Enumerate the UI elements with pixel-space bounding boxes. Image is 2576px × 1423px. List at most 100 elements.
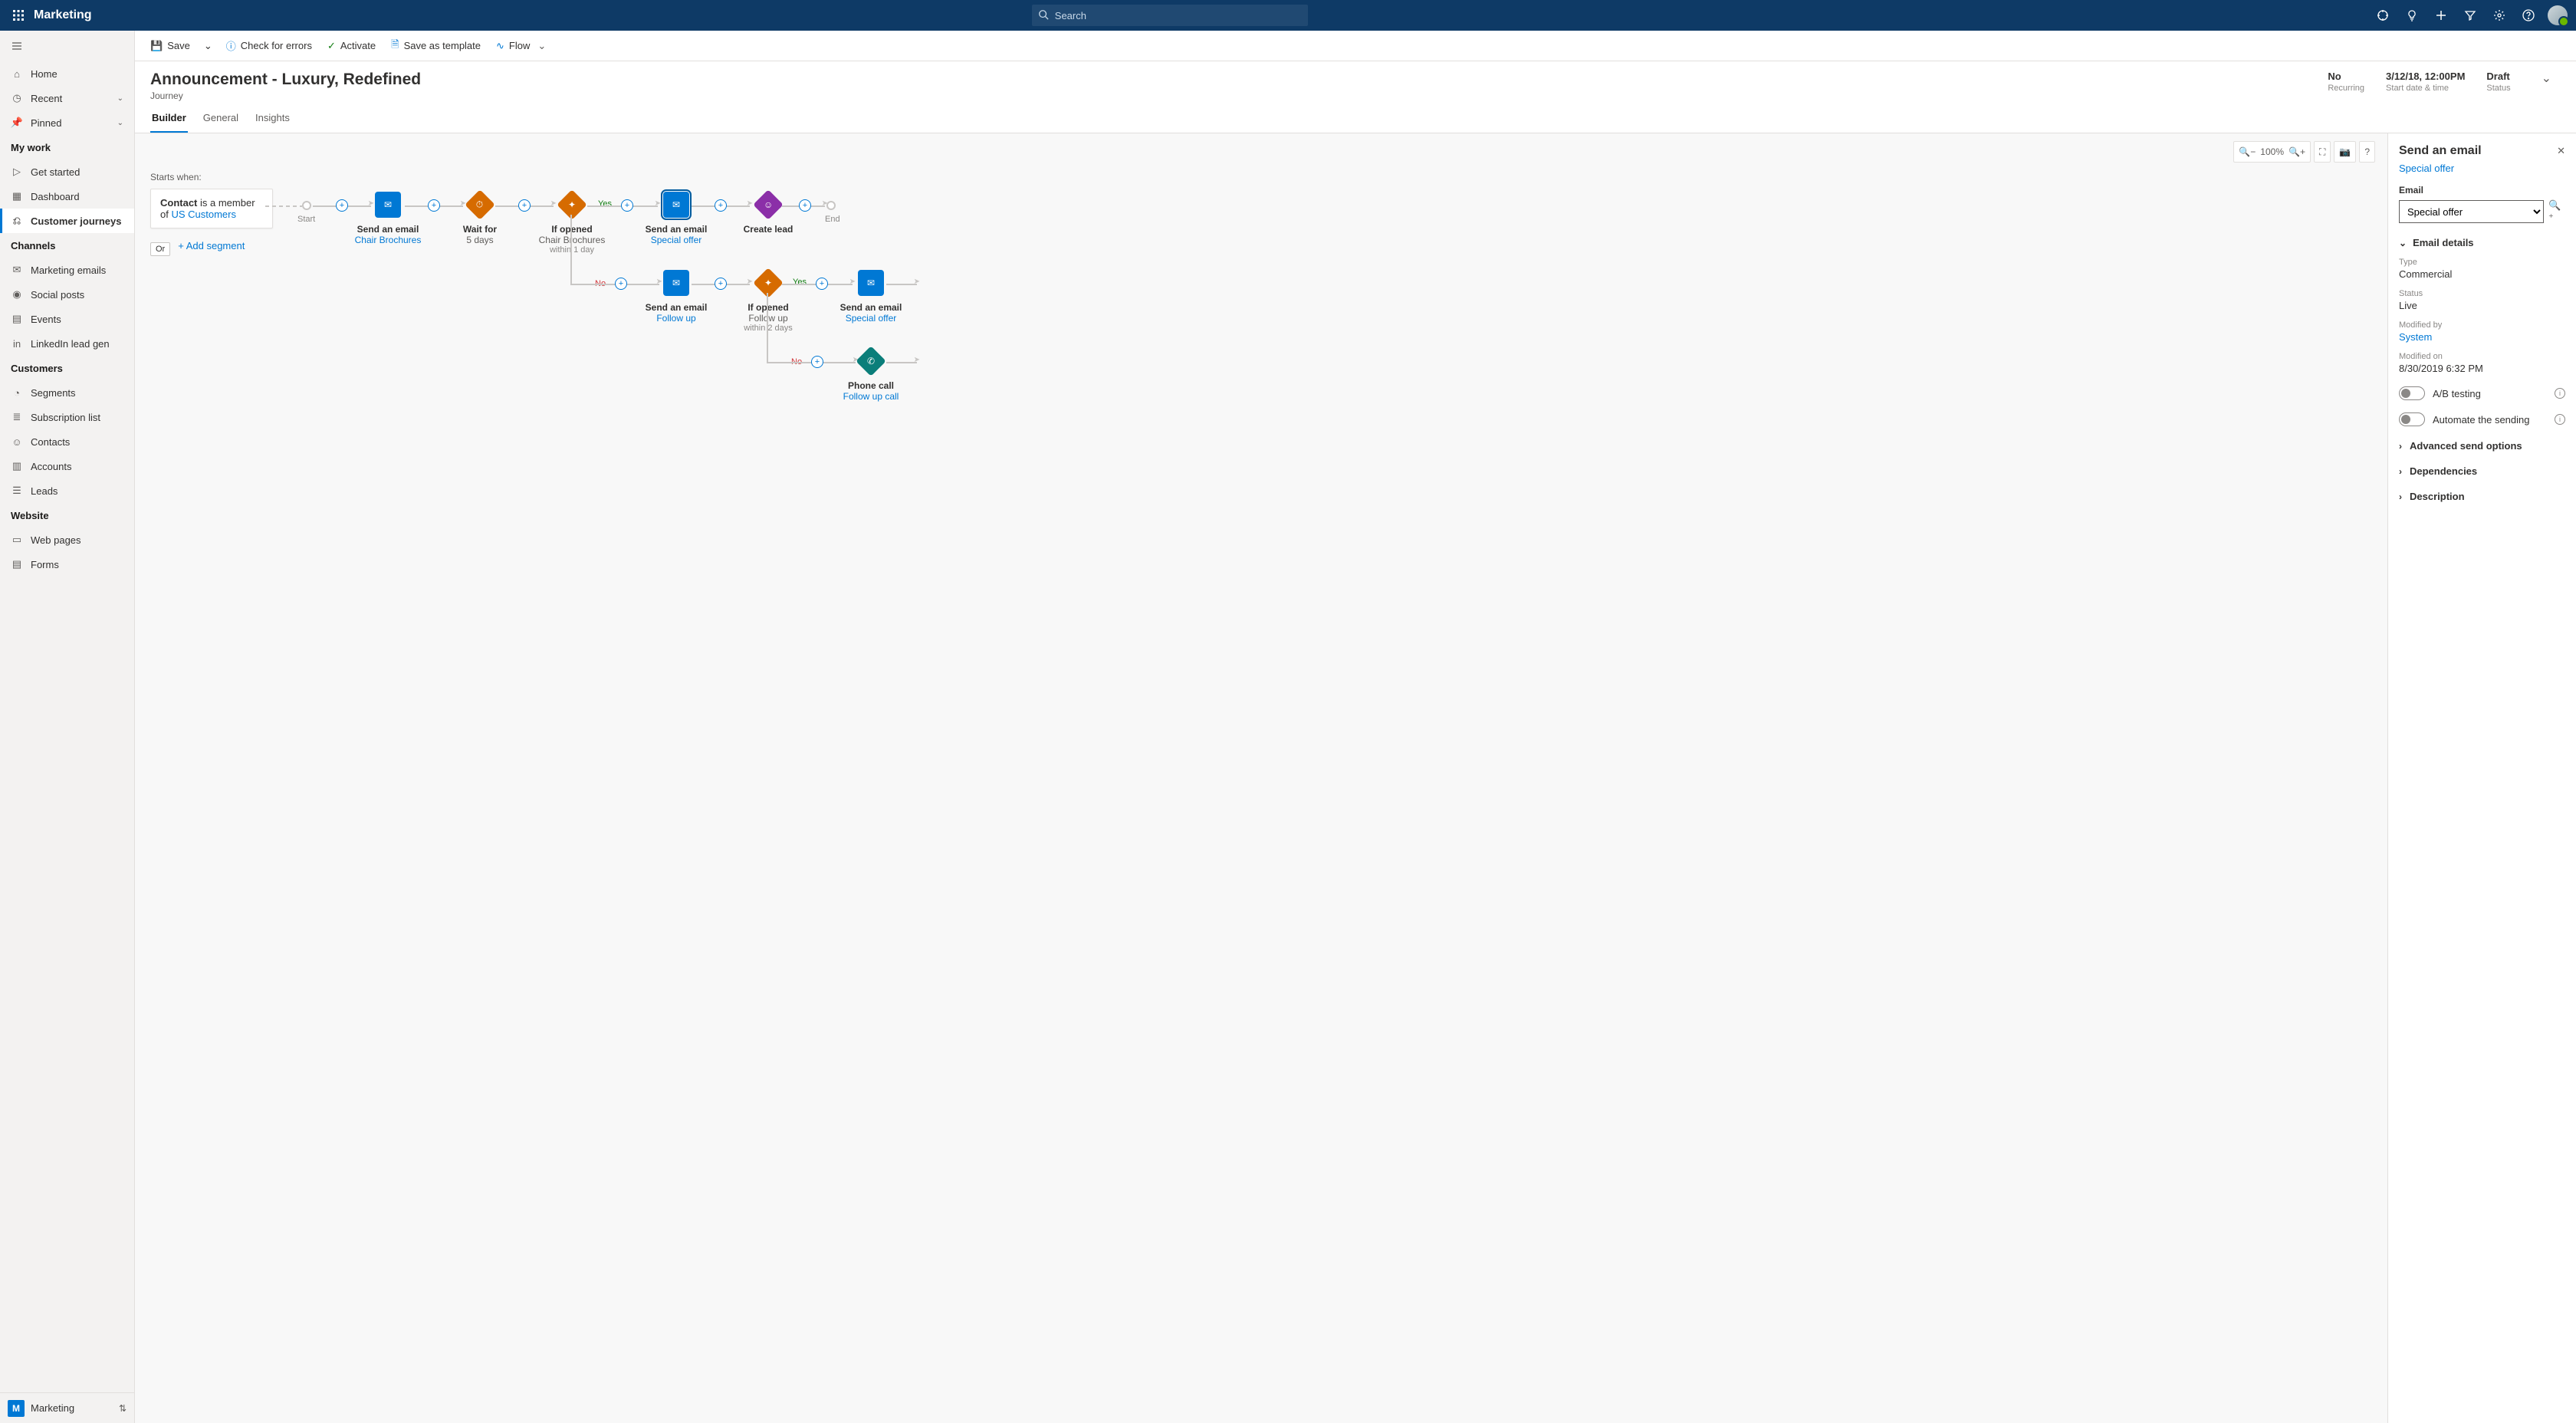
- close-icon[interactable]: ✕: [2557, 145, 2565, 157]
- help-icon[interactable]: [2516, 3, 2541, 28]
- fit-icon[interactable]: ⛶: [2314, 141, 2331, 163]
- start-label: Start: [297, 215, 315, 224]
- sidebar-item-marketing-emails[interactable]: ✉Marketing emails: [0, 258, 134, 282]
- end-label: End: [825, 215, 840, 224]
- node-create-lead[interactable]: ☺ Create lead: [722, 192, 814, 235]
- check-errors-button[interactable]: ⓘCheck for errors: [220, 31, 318, 61]
- sidebar-item-recent[interactable]: ◷Recent⌄: [0, 86, 134, 110]
- sidebar-item-label: Recent: [31, 93, 62, 104]
- sidebar-item-contacts[interactable]: ☺ Contacts: [0, 429, 134, 454]
- flow-button[interactable]: ∿Flow⌄: [490, 31, 552, 61]
- canvas-help-icon[interactable]: ?: [2359, 141, 2375, 163]
- app-launcher-icon[interactable]: [6, 3, 31, 28]
- node-send-email-special[interactable]: ✉ Send an email Special offer: [630, 192, 722, 245]
- sidebar-item-webpages[interactable]: ▭Web pages: [0, 527, 134, 552]
- sidebar-item-accounts[interactable]: ▥Accounts: [0, 454, 134, 478]
- sidebar-item-linkedin[interactable]: inLinkedIn lead gen: [0, 331, 134, 356]
- sidebar-item-home[interactable]: ⌂Home: [0, 61, 134, 86]
- automate-sending-toggle[interactable]: [2399, 412, 2425, 426]
- sidebar-item-customer-journeys[interactable]: ⎌Customer journeys: [0, 209, 134, 233]
- sidebar-item-social-posts[interactable]: ◉Social posts: [0, 282, 134, 307]
- activate-button[interactable]: ✓Activate: [321, 31, 382, 61]
- mail-icon: ✉: [375, 192, 401, 218]
- zoom-control[interactable]: 🔍− 100% 🔍+: [2233, 141, 2311, 163]
- sidebar-group-channels: Channels: [0, 233, 134, 258]
- branch-icon: ✦: [753, 268, 784, 298]
- meta-status-label: Status: [2486, 84, 2510, 93]
- app-switcher[interactable]: M Marketing ⇅: [0, 1392, 134, 1423]
- node-send-email-followup[interactable]: ✉ Send an email Follow up: [630, 270, 722, 324]
- add-node-icon[interactable]: +: [615, 278, 627, 290]
- lookup-icon[interactable]: 🔍⁺: [2548, 203, 2565, 220]
- add-node-icon[interactable]: +: [811, 356, 823, 368]
- node-phone-call[interactable]: ✆ Phone call Follow up call: [825, 348, 917, 402]
- node-send-email-1[interactable]: ✉ Send an email Chair Brochures: [342, 192, 434, 245]
- tab-general[interactable]: General: [202, 112, 240, 133]
- save-button[interactable]: 💾Save: [144, 31, 196, 61]
- add-icon[interactable]: [2429, 3, 2453, 28]
- check-icon: ✓: [327, 40, 336, 52]
- modified-by-value[interactable]: System: [2399, 331, 2565, 343]
- ab-testing-label: A/B testing: [2433, 388, 2481, 399]
- sidebar-item-subscription[interactable]: ≣Subscription list: [0, 405, 134, 429]
- tab-builder[interactable]: Builder: [150, 112, 188, 133]
- sidebar-item-label: Social posts: [31, 289, 84, 301]
- description-section[interactable]: ›Description: [2399, 491, 2565, 502]
- target-icon[interactable]: [2371, 3, 2395, 28]
- sidebar-group-website: Website: [0, 503, 134, 527]
- sidebar-group-mywork: My work: [0, 135, 134, 159]
- filter-icon[interactable]: [2458, 3, 2482, 28]
- end-terminal: [826, 201, 836, 210]
- segment-condition[interactable]: Contact is a member of US Customers: [150, 189, 273, 228]
- panel-record-link[interactable]: Special offer: [2399, 163, 2565, 174]
- sidebar-item-label: Accounts: [31, 461, 71, 472]
- sidebar-item-dashboard[interactable]: ▦Dashboard: [0, 184, 134, 209]
- advanced-send-section[interactable]: ›Advanced send options: [2399, 440, 2565, 452]
- sidebar-item-pinned[interactable]: 📌Pinned⌄: [0, 110, 134, 135]
- meta-recurring-value: No: [2328, 71, 2364, 82]
- flow-icon: ∿: [496, 40, 504, 52]
- sidebar-item-label: Forms: [31, 559, 59, 570]
- sidebar-item-segments[interactable]: ◔Segments: [0, 380, 134, 405]
- edge: [570, 215, 572, 284]
- zoom-in-icon[interactable]: 🔍+: [2288, 146, 2305, 157]
- app-switcher-label: Marketing: [31, 1402, 74, 1414]
- sidebar-item-label: Pinned: [31, 117, 61, 129]
- zoom-out-icon[interactable]: 🔍−: [2239, 146, 2256, 157]
- sidebar-item-events[interactable]: ▤Events: [0, 307, 134, 331]
- node-wait[interactable]: ⏱ Wait for 5 days: [434, 192, 526, 245]
- chevron-right-icon: ›: [2399, 466, 2402, 477]
- add-segment-link[interactable]: + Add segment: [178, 240, 245, 251]
- sidebar-item-leads[interactable]: ☰Leads: [0, 478, 134, 503]
- dependencies-section[interactable]: ›Dependencies: [2399, 465, 2565, 477]
- or-chip[interactable]: Or: [150, 242, 170, 256]
- node-send-email-special-2[interactable]: ✉ Send an email Special offer: [825, 270, 917, 324]
- edge: +: [782, 205, 825, 207]
- hamburger-icon[interactable]: [0, 31, 134, 61]
- email-select[interactable]: Special offer: [2399, 200, 2544, 223]
- person-icon: ☺: [11, 435, 23, 448]
- info-icon[interactable]: i: [2555, 414, 2565, 425]
- save-dropdown[interactable]: ⌄: [199, 31, 217, 61]
- ab-testing-toggle[interactable]: [2399, 386, 2425, 400]
- user-avatar[interactable]: [2545, 3, 2570, 28]
- page-title: Announcement - Luxury, Redefined: [150, 71, 421, 89]
- chevron-right-icon: ›: [2399, 491, 2402, 502]
- sidebar-item-forms[interactable]: ▤Forms: [0, 552, 134, 577]
- lightbulb-icon[interactable]: [2400, 3, 2424, 28]
- sidebar-item-label: Contacts: [31, 436, 70, 448]
- panel-title: Send an email: [2399, 144, 2482, 158]
- sidebar-item-getstarted[interactable]: ▷Get started: [0, 159, 134, 184]
- app-switcher-badge: M: [8, 1400, 25, 1417]
- expand-header-icon[interactable]: ⌄: [2542, 71, 2551, 86]
- tab-insights[interactable]: Insights: [254, 112, 291, 133]
- segment-link[interactable]: US Customers: [171, 209, 236, 220]
- email-field-label: Email: [2399, 185, 2565, 196]
- add-node-icon[interactable]: +: [799, 199, 811, 212]
- settings-icon[interactable]: [2487, 3, 2512, 28]
- info-icon[interactable]: i: [2555, 388, 2565, 399]
- save-template-button[interactable]: 🗎Save as template: [385, 31, 487, 61]
- email-details-section[interactable]: ⌄Email details: [2399, 237, 2565, 248]
- search-input[interactable]: [1032, 5, 1308, 26]
- snapshot-icon[interactable]: 📷: [2334, 141, 2356, 163]
